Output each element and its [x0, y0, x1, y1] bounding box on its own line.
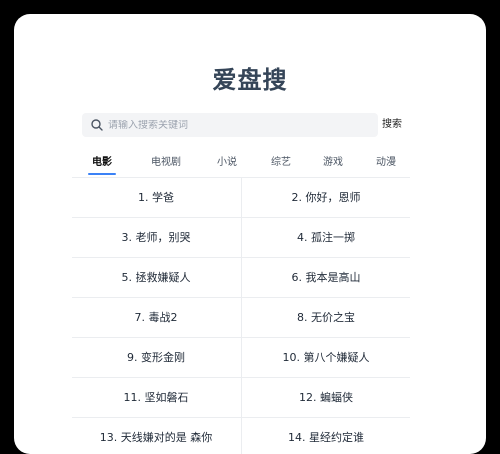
- list-item[interactable]: 6. 我本是高山: [241, 258, 410, 297]
- table-row: 1. 学爸 2. 你好，恩师: [72, 177, 410, 217]
- table-row: 13. 天线嫌对的是 森你 14. 星经约定谁: [72, 417, 410, 454]
- list-item[interactable]: 5. 拯救嫌疑人: [72, 258, 240, 297]
- table-row: 9. 变形金刚 10. 第八个嫌疑人: [72, 337, 410, 377]
- search-input[interactable]: [108, 119, 358, 131]
- list-item[interactable]: 2. 你好，恩师: [241, 178, 410, 217]
- main-card: 爱盘搜 搜索 电影 电视剧 小说 综艺 游戏 动漫: [14, 14, 486, 454]
- tab-movie[interactable]: 电影: [86, 153, 118, 177]
- tab-tv-series[interactable]: 电视剧: [142, 153, 190, 177]
- table-row: 11. 坚如磐石 12. 蝙蝠侠: [72, 377, 410, 417]
- search-button[interactable]: 搜索: [382, 115, 402, 135]
- list-item[interactable]: 3. 老师，别哭: [72, 218, 240, 257]
- table-row: 3. 老师，别哭 4. 孤注一掷: [72, 217, 410, 257]
- tab-label: 综艺: [271, 157, 291, 168]
- search-box[interactable]: [82, 113, 378, 137]
- list-item[interactable]: 10. 第八个嫌疑人: [241, 338, 410, 377]
- search-icon: [90, 118, 104, 132]
- tab-label: 电影: [92, 157, 112, 168]
- active-tab-indicator: [88, 173, 116, 175]
- tab-variety[interactable]: 综艺: [264, 153, 298, 177]
- list-item[interactable]: 7. 毒战2: [72, 298, 240, 337]
- list-item[interactable]: 13. 天线嫌对的是 森你: [72, 418, 240, 454]
- list-item[interactable]: 4. 孤注一掷: [241, 218, 410, 257]
- tab-label: 小说: [217, 157, 237, 168]
- tab-anime[interactable]: 动漫: [369, 153, 403, 177]
- tab-label: 游戏: [323, 157, 343, 168]
- tab-games[interactable]: 游戏: [316, 153, 350, 177]
- page-title: 爱盘搜: [212, 66, 288, 94]
- list-item[interactable]: 12. 蝙蝠侠: [241, 378, 410, 417]
- list-item[interactable]: 1. 学爸: [72, 178, 240, 217]
- tab-label: 动漫: [376, 157, 396, 168]
- list-item[interactable]: 14. 星经约定谁: [241, 418, 410, 454]
- list-item[interactable]: 8. 无价之宝: [241, 298, 410, 337]
- category-tabs: 电影 电视剧 小说 综艺 游戏 动漫: [86, 153, 416, 177]
- table-row: 7. 毒战2 8. 无价之宝: [72, 297, 410, 337]
- tab-novel[interactable]: 小说: [210, 153, 244, 177]
- table-row: 5. 拯救嫌疑人 6. 我本是高山: [72, 257, 410, 297]
- list-item[interactable]: 11. 坚如磐石: [72, 378, 240, 417]
- tab-label: 电视剧: [151, 157, 181, 168]
- list-item[interactable]: 9. 变形金刚: [72, 338, 240, 377]
